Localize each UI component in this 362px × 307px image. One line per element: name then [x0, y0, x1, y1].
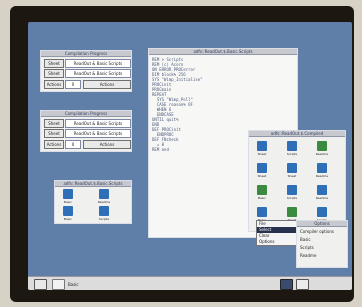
file-label: Basic [258, 196, 266, 200]
options-dialog: Options Compiler options Basic Scripts R… [296, 220, 348, 268]
file-icon[interactable] [287, 141, 297, 151]
context-menu: File Select Clear Options [256, 220, 298, 246]
actions-button[interactable]: Actions [44, 80, 64, 89]
sheet-button-1[interactable]: Sheet [44, 59, 64, 68]
compilation-window-1: Compilation Progress Sheet ReadOut & Bas… [40, 50, 132, 92]
option-row[interactable]: Basic [300, 237, 311, 242]
count-field[interactable]: 0 [65, 140, 81, 149]
title-bar[interactable]: adfs::ReadOut.$.Basic.Scripts [149, 49, 297, 55]
monitor-bezel: Compilation Progress Sheet ReadOut & Bas… [10, 6, 354, 302]
file-icon[interactable] [63, 206, 73, 216]
option-row[interactable]: Compiler options [300, 229, 334, 234]
photo-background: Compilation Progress Sheet ReadOut & Bas… [0, 0, 362, 307]
file-icon[interactable] [257, 207, 267, 217]
file-label: Scripts [286, 196, 298, 200]
file-label: Scripts [286, 152, 298, 156]
file-icon[interactable] [287, 207, 297, 217]
file-label: Readme [97, 200, 111, 204]
sheet-button-2[interactable]: Sheet [44, 129, 64, 138]
actions-button-2[interactable]: Actions [83, 140, 131, 149]
app-icon[interactable] [280, 279, 293, 290]
drive-icon[interactable] [34, 279, 47, 290]
title-bar[interactable]: Compilation Progress [41, 111, 131, 117]
file-icon[interactable] [63, 189, 73, 199]
path-field-2[interactable]: ReadOut & Basic Scripts [65, 69, 131, 78]
file-label: Sheet [257, 152, 267, 156]
sheet-button-1[interactable]: Sheet [44, 119, 64, 128]
option-row[interactable]: Scripts [300, 245, 314, 250]
file-label: Basic [64, 217, 72, 221]
ram-icon[interactable] [52, 279, 65, 290]
icon-bar: Basic [28, 276, 352, 290]
path-field-2[interactable]: ReadOut & Basic Scripts [65, 129, 131, 138]
file-label: Scripts [98, 217, 110, 221]
file-icon[interactable] [317, 141, 327, 151]
count-field[interactable]: 0 [65, 80, 81, 89]
file-icon[interactable] [287, 185, 297, 195]
file-icon[interactable] [99, 189, 109, 199]
task-manager-icon[interactable] [296, 279, 309, 290]
path-field-1[interactable]: ReadOut & Basic Scripts [65, 119, 131, 128]
file-icon[interactable] [257, 141, 267, 151]
actions-button-2[interactable]: Actions [83, 80, 131, 89]
filer-window-small: adfs::ReadOut.$.Basic.Scripts Basic Read… [54, 180, 132, 224]
title-bar[interactable]: adfs::ReadOut.$.Compiled [249, 131, 345, 137]
desktop: Compilation Progress Sheet ReadOut & Bas… [28, 22, 352, 290]
title-bar[interactable]: Options [297, 221, 347, 227]
file-label: Readme [315, 174, 329, 178]
file-label: Sheet [257, 174, 267, 178]
title-bar[interactable]: Compilation Progress [41, 51, 131, 57]
filer-window-large: adfs::ReadOut.$.Compiled Sheet Scripts Rea… [248, 130, 346, 232]
menu-item[interactable]: Options [257, 239, 297, 245]
file-icon[interactable] [99, 206, 109, 216]
file-icon[interactable] [287, 163, 297, 173]
file-icon[interactable] [317, 185, 327, 195]
title-bar[interactable]: adfs::ReadOut.$.Basic.Scripts [55, 181, 131, 187]
file-label: Readme [315, 152, 329, 156]
path-field-1[interactable]: ReadOut & Basic Scripts [65, 59, 131, 68]
file-icon[interactable] [317, 207, 327, 217]
file-label: Basic [64, 200, 72, 204]
file-label: Sheet [287, 174, 297, 178]
iconbar-label: Basic [68, 282, 79, 287]
sheet-button-2[interactable]: Sheet [44, 69, 64, 78]
compilation-window-2: Compilation Progress Sheet ReadOut & Bas… [40, 110, 132, 152]
file-icon[interactable] [317, 163, 327, 173]
file-icon[interactable] [257, 185, 267, 195]
file-label: Readme [315, 196, 329, 200]
actions-button[interactable]: Actions [44, 140, 64, 149]
file-icon[interactable] [257, 163, 267, 173]
option-row[interactable]: Readme [300, 253, 316, 258]
